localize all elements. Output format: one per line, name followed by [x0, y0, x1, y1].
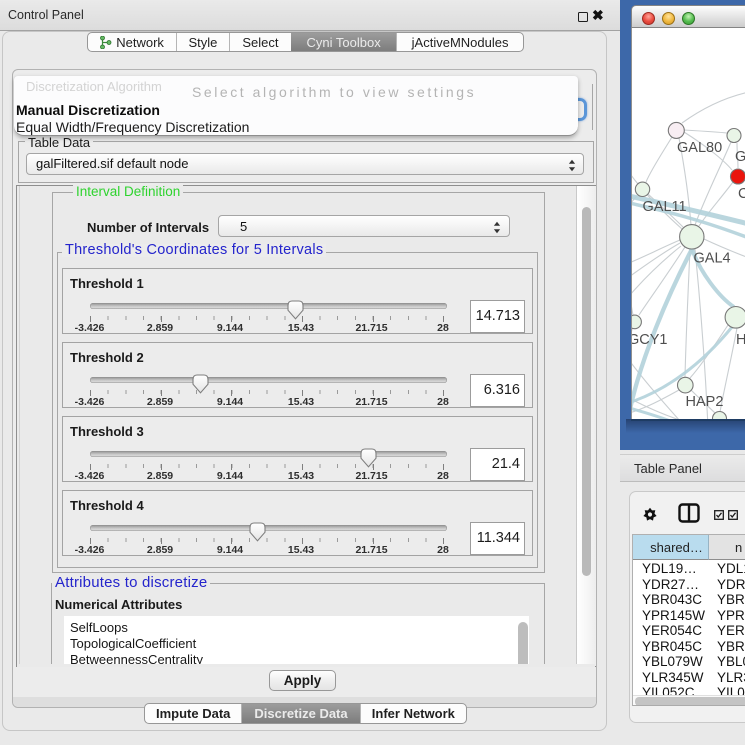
- svg-text:H: H: [736, 332, 745, 348]
- svg-text:GCY1: GCY1: [632, 332, 668, 348]
- svg-text:GAL80: GAL80: [677, 140, 722, 156]
- svg-text:HAP2: HAP2: [686, 394, 724, 410]
- svg-text:GAL4: GAL4: [694, 251, 731, 267]
- svg-text:GA: GA: [735, 149, 745, 165]
- svg-text:C: C: [738, 186, 745, 202]
- svg-text:GAL11: GAL11: [643, 199, 687, 215]
